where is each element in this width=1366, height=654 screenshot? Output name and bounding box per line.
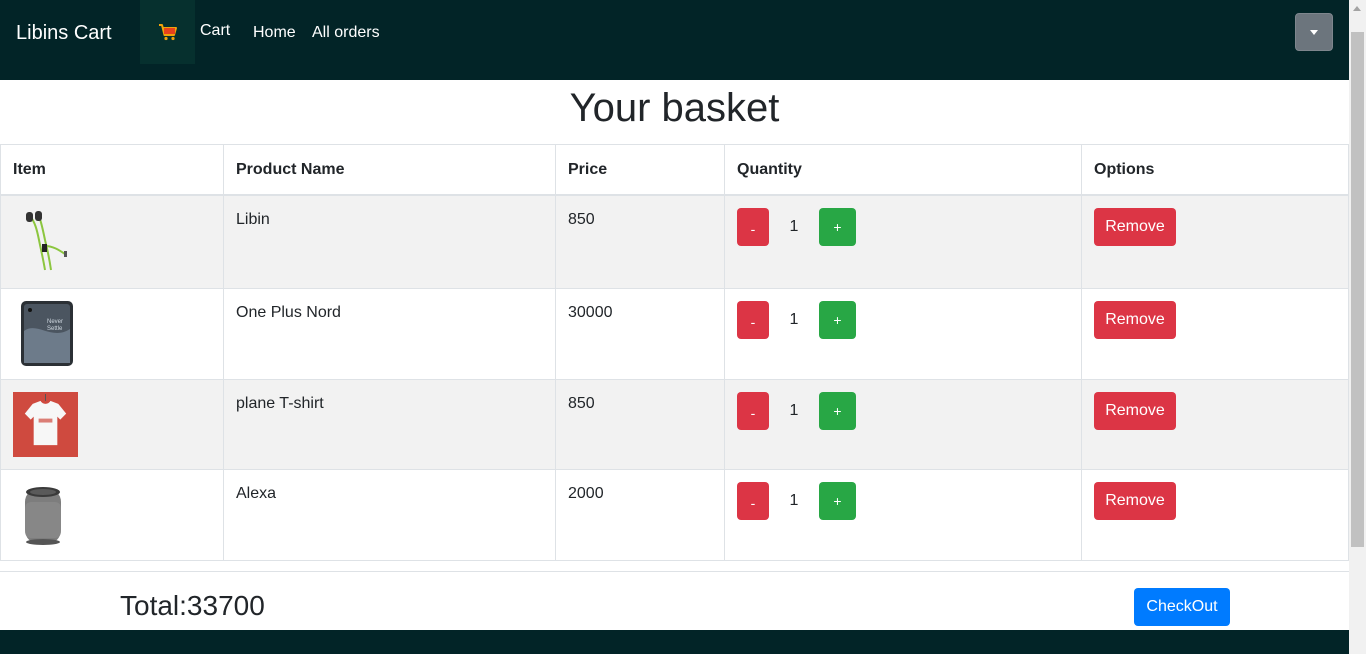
quantity-value: 1	[789, 310, 799, 328]
table-row: Alexa 2000 - 1 + Remove	[0, 468, 1349, 561]
table-header-row: Item Product Name Price Quantity Options	[0, 144, 1349, 196]
options-cell: Remove	[1081, 468, 1349, 561]
table-row: plane T-shirt 850 - 1 + Remove	[0, 378, 1349, 470]
header-options: Options	[1081, 144, 1349, 196]
remove-button[interactable]: Remove	[1094, 300, 1176, 339]
nav-home-link[interactable]: Home	[253, 23, 296, 43]
product-name-cell: One Plus Nord	[223, 287, 556, 380]
quantity-cell: - 1 +	[724, 468, 1082, 561]
brand-name[interactable]: Libins Cart	[16, 20, 112, 46]
increase-quantity-button[interactable]: +	[819, 300, 856, 339]
quantity-stepper: - 1 +	[737, 300, 1069, 339]
quantity-value: 1	[789, 491, 799, 509]
options-cell: Remove	[1081, 287, 1349, 380]
decrease-quantity-button[interactable]: -	[737, 481, 769, 520]
item-image-cell: Never Settle	[0, 287, 224, 380]
nav-cart-link[interactable]: Cart	[200, 21, 230, 41]
item-image-cell	[0, 378, 224, 470]
quantity-cell: - 1 +	[724, 287, 1082, 380]
product-name-cell: Alexa	[223, 468, 556, 561]
product-price: 2000	[568, 484, 604, 502]
quantity-stepper: - 1 +	[737, 391, 1069, 430]
vertical-scrollbar[interactable]	[1349, 0, 1366, 654]
cart-icon	[158, 24, 177, 41]
divider	[0, 571, 1349, 572]
decrease-quantity-button[interactable]: -	[737, 207, 769, 246]
quantity-value: 1	[789, 401, 799, 419]
basket-table: Item Product Name Price Quantity Options	[0, 144, 1349, 561]
product-price: 30000	[568, 303, 613, 321]
dropdown-toggle-button[interactable]	[1295, 13, 1333, 51]
product-name-cell: plane T-shirt	[223, 378, 556, 470]
increase-quantity-button[interactable]: +	[819, 207, 856, 246]
price-cell: 850	[555, 194, 725, 289]
product-price: 850	[568, 210, 595, 228]
caret-down-icon	[1310, 29, 1318, 35]
smartphone-image: Never Settle	[21, 300, 73, 366]
navbar: Libins Cart Cart Home All orders	[0, 0, 1349, 80]
product-price: 850	[568, 394, 595, 412]
header-product-name: Product Name	[223, 144, 556, 196]
total-amount: Total:33700	[120, 590, 265, 621]
item-image-cell	[0, 194, 224, 289]
product-name: Libin	[236, 210, 270, 228]
quantity-stepper: - 1 +	[737, 207, 1069, 246]
table-row: Never Settle One Plus Nord 30000 - 1 + R…	[0, 287, 1349, 380]
footer	[0, 630, 1349, 654]
header-price: Price	[555, 144, 725, 196]
checkout-button[interactable]: CheckOut	[1134, 588, 1230, 626]
quantity-stepper: - 1 +	[737, 481, 1069, 520]
price-cell: 850	[555, 378, 725, 470]
scroll-up-arrow-icon[interactable]	[1353, 6, 1361, 11]
remove-button[interactable]: Remove	[1094, 207, 1176, 246]
scrollbar-thumb[interactable]	[1351, 32, 1364, 547]
earphones-image	[26, 210, 67, 270]
table-row: Libin 850 - 1 + Remove	[0, 194, 1349, 289]
header-item: Item	[0, 144, 224, 196]
cart-icon-button[interactable]	[140, 0, 195, 64]
options-cell: Remove	[1081, 378, 1349, 470]
svg-text:Never: Never	[47, 319, 63, 325]
price-cell: 30000	[555, 287, 725, 380]
price-cell: 2000	[555, 468, 725, 561]
options-cell: Remove	[1081, 194, 1349, 289]
svg-text:Settle: Settle	[47, 326, 63, 332]
increase-quantity-button[interactable]: +	[819, 391, 856, 430]
page-title: Your basket	[569, 86, 780, 130]
quantity-value: 1	[789, 217, 799, 235]
product-name: One Plus Nord	[236, 303, 341, 321]
product-name: Alexa	[236, 484, 277, 502]
product-name: plane T-shirt	[236, 394, 324, 412]
t-shirt-image	[13, 391, 78, 457]
quantity-cell: - 1 +	[724, 378, 1082, 470]
increase-quantity-button[interactable]: +	[819, 481, 856, 520]
quantity-cell: - 1 +	[724, 194, 1082, 289]
remove-button[interactable]: Remove	[1094, 391, 1176, 430]
product-name-cell: Libin	[223, 194, 556, 289]
smart-speaker-image	[25, 486, 61, 545]
header-quantity: Quantity	[724, 144, 1082, 196]
item-image-cell	[0, 468, 224, 561]
decrease-quantity-button[interactable]: -	[737, 391, 769, 430]
decrease-quantity-button[interactable]: -	[737, 300, 769, 339]
remove-button[interactable]: Remove	[1094, 481, 1176, 520]
nav-all-orders-link[interactable]: All orders	[312, 23, 380, 43]
